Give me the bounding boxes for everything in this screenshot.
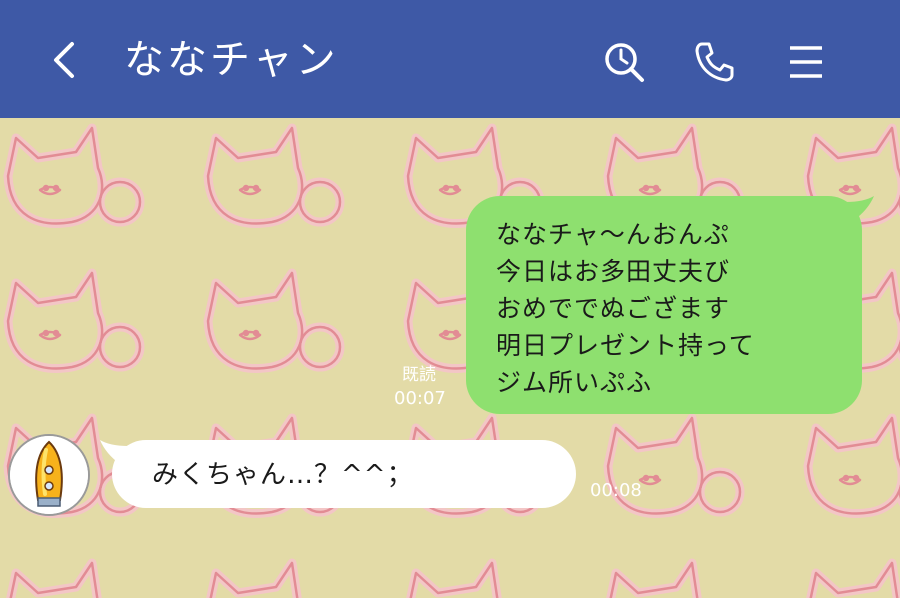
message-line: 今日はお多田丈夫び [496, 257, 731, 286]
search-icon[interactable] [602, 40, 646, 84]
incoming-message-text: みくちゃん…？^^； [152, 460, 414, 490]
chat-title: ななチャン [124, 37, 339, 83]
outgoing-message-bubble[interactable]: ななチャ～んおんぷ 今日はお多田丈夫び おめででぬござます 明日プレゼント持って… [466, 196, 874, 414]
menu-icon[interactable] [784, 40, 828, 84]
message-timestamp: 00:07 [394, 388, 446, 409]
avatar[interactable] [8, 434, 90, 516]
read-receipt: 既読 [402, 365, 436, 385]
message-line: おめででぬござます [496, 294, 731, 323]
message-line: ジム所いぷふ [496, 368, 653, 397]
rocket-avatar-icon [10, 436, 88, 514]
chat-area[interactable]: ななチャ～んおんぷ 今日はお多田丈夫び おめででぬござます 明日プレゼント持って… [0, 118, 900, 598]
incoming-message-bubble[interactable]: みくちゃん…？^^； [100, 440, 576, 508]
message-line: 明日プレゼント持って [496, 331, 755, 360]
bubble-tail [100, 440, 128, 464]
message-line: ななチャ～んおんぷ [496, 220, 730, 249]
outgoing-message-text: ななチャ～んおんぷ 今日はお多田丈夫び おめででぬござます 明日プレゼント持って… [496, 216, 755, 401]
phone-icon[interactable] [692, 40, 736, 84]
chat-header: ななチャン [0, 0, 900, 118]
bubble-tail [846, 196, 874, 220]
message-timestamp: 00:08 [590, 480, 642, 501]
chevron-left-icon[interactable] [42, 36, 86, 84]
